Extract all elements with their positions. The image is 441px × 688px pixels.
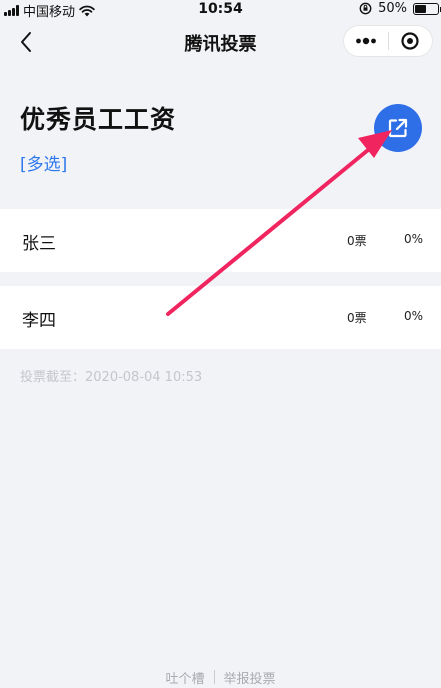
status-right: 50% [359, 1, 441, 16]
orientation-lock-icon [359, 2, 372, 15]
target-close-icon [401, 32, 419, 50]
battery-icon [413, 2, 441, 15]
option-name: 张三 [22, 234, 56, 254]
vote-option[interactable]: 李四 0票 0% [0, 286, 441, 349]
nav-bar: 腾讯投票 [0, 20, 441, 64]
report-link[interactable]: 举报投票 [224, 668, 276, 687]
vote-deadline: 投票截至：2020-08-04 10:53 [20, 370, 203, 385]
footer-divider [213, 670, 215, 684]
battery-percent: 50% [378, 1, 407, 16]
option-percent: 0% [403, 232, 423, 246]
close-button[interactable] [388, 25, 432, 57]
share-external-icon [388, 118, 408, 138]
more-dots-icon [355, 37, 376, 45]
share-button[interactable] [374, 104, 422, 152]
option-votes: 0票 [347, 234, 367, 248]
vote-page: 中国移动 10:54 50% 腾讯投票 优秀员工工资 [多选] 张三 0票 0%… [0, 0, 441, 688]
option-name: 李四 [22, 311, 56, 331]
option-percent: 0% [403, 309, 423, 323]
menu-capsule [343, 25, 433, 57]
footer-links: 吐个槽 举报投票 [0, 668, 441, 687]
back-button[interactable] [12, 28, 40, 56]
option-votes: 0票 [347, 311, 367, 325]
vote-type-tag: [多选] [20, 155, 68, 175]
vote-option[interactable]: 张三 0票 0% [0, 209, 441, 272]
chevron-left-icon [21, 32, 31, 52]
more-button[interactable] [344, 25, 388, 57]
status-bar: 中国移动 10:54 50% [0, 0, 441, 20]
feedback-link[interactable]: 吐个槽 [165, 668, 204, 687]
vote-title: 优秀员工工资 [20, 105, 177, 134]
